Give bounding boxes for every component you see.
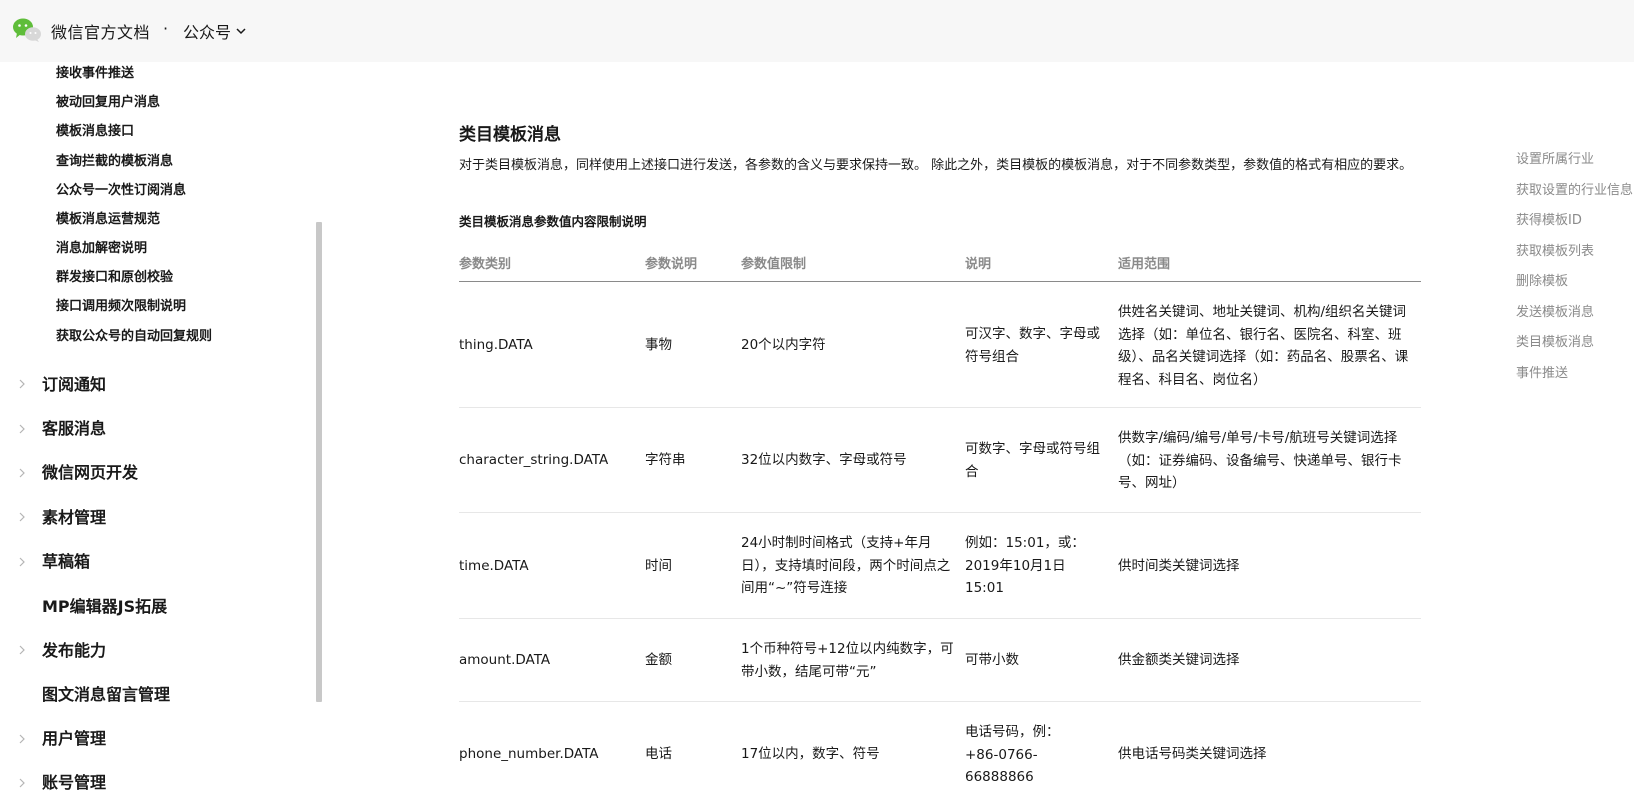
table-cell: phone_number.DATA — [459, 746, 599, 762]
sidebar-category[interactable]: 订阅通知 — [42, 371, 106, 395]
chevron-right-icon[interactable] — [18, 778, 26, 788]
brand-title[interactable]: 微信官方文档 — [51, 19, 150, 43]
table-row: thing.DATA 事物 20个以内字符 可汉字、数字、字母或符号组合 供姓名… — [459, 282, 1421, 408]
table-cell: 供金额类关键词选择 — [1118, 652, 1240, 668]
table-header-cell: 适用范围 — [1118, 257, 1171, 272]
table-cell: 可汉字、数字、字母或符号组合 — [965, 326, 1100, 365]
sidebar-category[interactable]: 素材管理 — [42, 504, 106, 528]
sidebar-subitem[interactable]: 模板消息接口 — [56, 120, 134, 139]
sidebar-subitem[interactable]: 获取公众号的自动回复规则 — [56, 325, 212, 344]
table-header-cell: 说明 — [965, 257, 992, 272]
table-caption: 类目模板消息参数值内容限制说明 — [459, 214, 647, 229]
toc-item[interactable]: 获取设置的行业信息 — [1516, 179, 1633, 198]
sidebar-subitem[interactable]: 消息加解密说明 — [56, 237, 147, 256]
section-heading: 类目模板消息 — [459, 125, 561, 145]
toc-item[interactable]: 发送模板消息 — [1516, 301, 1594, 320]
table-row: amount.DATA 金额 1个币种符号+12位以内纯数字，可带小数，结尾可带… — [459, 619, 1421, 702]
table-header-cell: 参数说明 — [645, 257, 698, 272]
section-dropdown-label: 公众号 — [183, 23, 232, 42]
table-row: character_string.DATA 字符串 32位以内数字、字母或符号 … — [459, 408, 1421, 513]
table-cell: 供电话号码类关键词选择 — [1118, 746, 1267, 762]
chevron-right-icon[interactable] — [18, 379, 26, 389]
top-bar: 微信官方文档 · 公众号 — [0, 0, 1634, 62]
header-separator: · — [163, 19, 169, 38]
table-row: phone_number.DATA 电话 17位以内，数字、符号 电话号码，例：… — [459, 702, 1421, 801]
chevron-right-icon[interactable] — [18, 468, 26, 478]
table-cell: amount.DATA — [459, 652, 551, 668]
table-cell: time.DATA — [459, 558, 529, 574]
table-cell: 电话号码，例：+86-0766-66888866 — [965, 724, 1060, 785]
table-cell: 金额 — [645, 652, 672, 668]
sidebar-nav: 接收事件推送 被动回复用户消息 模板消息接口 查询拦截的模板消息 公众号一次性订… — [0, 62, 322, 801]
toc-item[interactable]: 类目模板消息 — [1516, 331, 1594, 350]
table-cell: 20个以内字符 — [741, 337, 826, 353]
table-cell: 字符串 — [645, 452, 686, 468]
table-cell: 供姓名关键词、地址关键词、机构/组织名关键词选择（如：单位名、银行名、医院名、科… — [1118, 304, 1409, 388]
sidebar-subitem[interactable]: 被动回复用户消息 — [56, 91, 160, 110]
table-cell: 可数字、字母或符号组合 — [965, 441, 1100, 480]
sidebar-subitem[interactable]: 查询拦截的模板消息 — [56, 150, 173, 169]
sidebar-category[interactable]: 图文消息留言管理 — [42, 681, 170, 705]
wechat-logo-icon[interactable] — [12, 17, 42, 43]
chevron-right-icon[interactable] — [18, 557, 26, 567]
chevron-right-icon[interactable] — [18, 424, 26, 434]
table-cell: thing.DATA — [459, 337, 533, 353]
section-dropdown[interactable]: 公众号 — [183, 19, 247, 43]
table-cell: 时间 — [645, 558, 672, 574]
toc-item[interactable]: 事件推送 — [1516, 362, 1568, 381]
table-cell: character_string.DATA — [459, 452, 609, 468]
section-paragraph: 对于类目模板消息，同样使用上述接口进行发送，各参数的含义与要求保持一致。 除此之… — [459, 158, 1413, 173]
sidebar-category[interactable]: 微信网页开发 — [42, 459, 138, 483]
table-header-cell: 参数值限制 — [741, 257, 807, 272]
table-cell: 可带小数 — [965, 652, 1019, 668]
sidebar-subitem[interactable]: 公众号一次性订阅消息 — [56, 179, 186, 198]
table-cell: 例如：15:01，或：2019年10月1日 15:01 — [965, 535, 1085, 596]
sidebar-category[interactable]: 客服消息 — [42, 415, 106, 439]
sidebar-category[interactable]: 草稿箱 — [42, 548, 90, 572]
toc-item[interactable]: 删除模板 — [1516, 270, 1568, 289]
chevron-right-icon[interactable] — [18, 512, 26, 522]
table-of-contents: 设置所属行业 获取设置的行业信息 获得模板ID 获取模板列表 删除模板 发送模板… — [1516, 140, 1634, 400]
table-cell: 事物 — [645, 337, 672, 353]
sidebar-category[interactable]: MP编辑器JS拓展 — [42, 593, 167, 617]
table-cell: 供时间类关键词选择 — [1118, 558, 1240, 574]
table-header-row: 参数类别 参数说明 参数值限制 说明 适用范围 — [459, 240, 1421, 282]
table-cell: 24小时制时间格式（支持+年月日），支持填时间段，两个时间点之间用“~”符号连接 — [741, 535, 951, 596]
toc-item[interactable]: 设置所属行业 — [1516, 148, 1594, 167]
toc-item[interactable]: 获取模板列表 — [1516, 240, 1594, 259]
table-cell: 电话 — [645, 746, 672, 762]
table-cell: 17位以内，数字、符号 — [741, 746, 880, 762]
table-cell: 1个币种符号+12位以内纯数字，可带小数，结尾可带“元” — [741, 641, 954, 680]
sidebar-category[interactable]: 账号管理 — [42, 769, 106, 793]
sidebar-category[interactable]: 用户管理 — [42, 725, 106, 749]
sidebar-subitem[interactable]: 接口调用频次限制说明 — [56, 295, 186, 314]
chevron-right-icon[interactable] — [18, 734, 26, 744]
toc-item[interactable]: 获得模板ID — [1516, 209, 1582, 228]
table-header-cell: 参数类别 — [459, 257, 512, 272]
table-cell: 供数字/编码/编号/单号/卡号/航班号关键词选择（如：证券编码、设备编号、快递单… — [1118, 430, 1402, 491]
main-content: 类目模板消息 对于类目模板消息，同样使用上述接口进行发送，各参数的含义与要求保持… — [322, 62, 1502, 801]
sidebar-subitem[interactable]: 群发接口和原创校验 — [56, 266, 173, 285]
table-row: time.DATA 时间 24小时制时间格式（支持+年月日），支持填时间段，两个… — [459, 513, 1421, 619]
sidebar-category[interactable]: 发布能力 — [42, 637, 106, 661]
chevron-down-icon — [236, 28, 246, 35]
param-table: 参数类别 参数说明 参数值限制 说明 适用范围 thing.DATA 事物 20… — [459, 240, 1421, 801]
chevron-right-icon[interactable] — [18, 645, 26, 655]
sidebar-subitem[interactable]: 模板消息运营规范 — [56, 208, 160, 227]
table-cell: 32位以内数字、字母或符号 — [741, 452, 907, 468]
sidebar-subitem[interactable]: 接收事件推送 — [56, 62, 134, 81]
